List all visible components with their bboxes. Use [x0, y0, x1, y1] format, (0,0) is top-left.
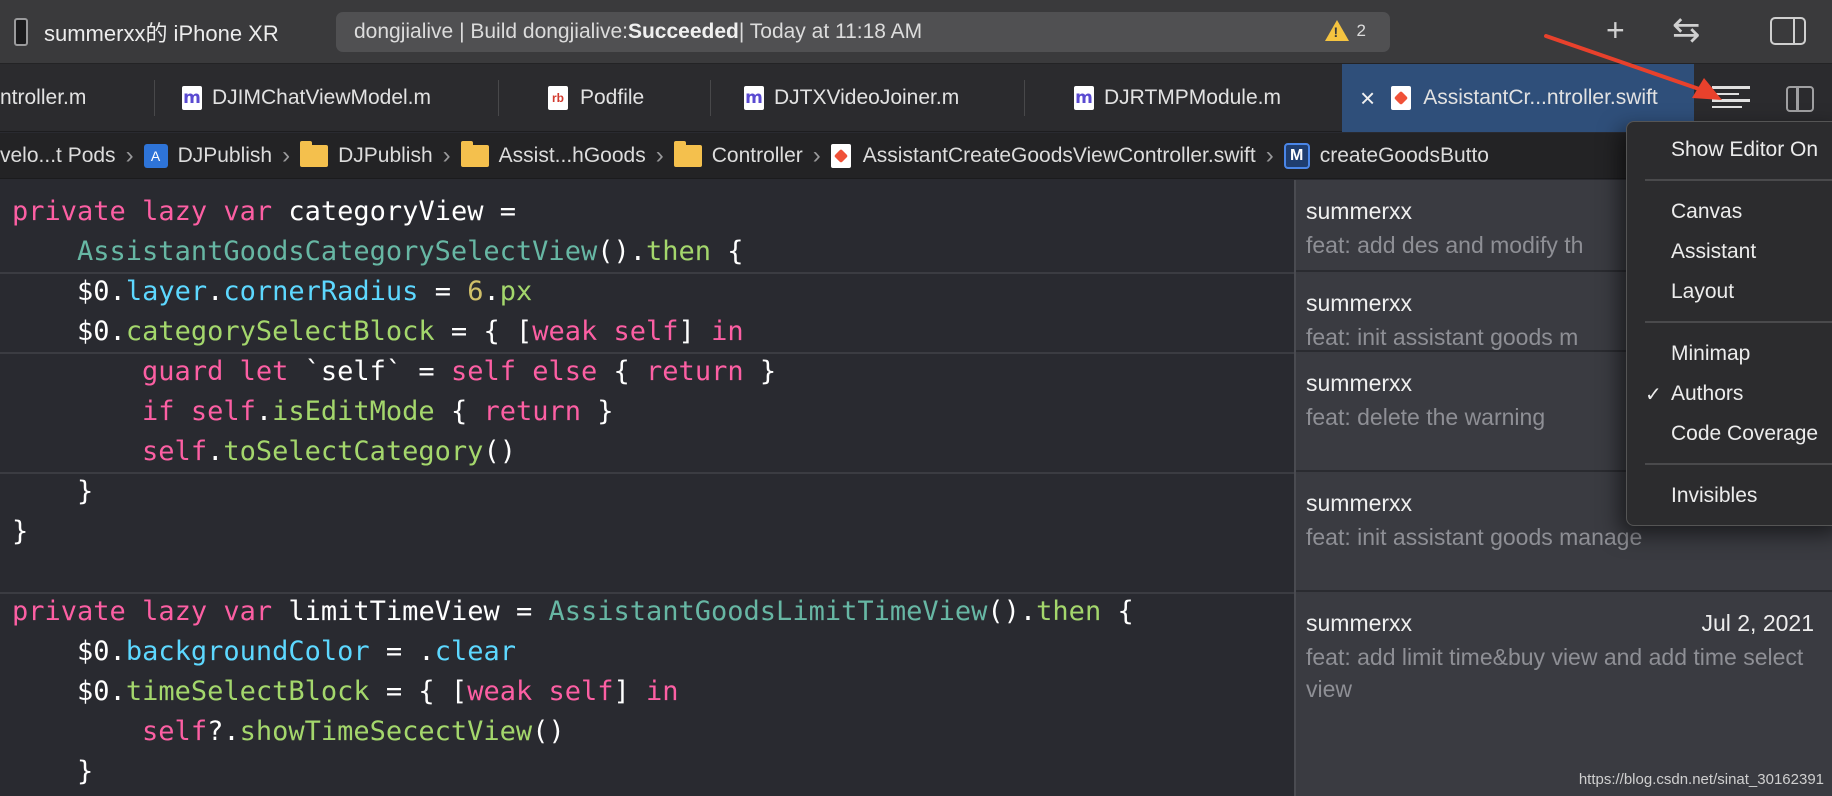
code-line: AssistantGoodsCategorySelectView().then … — [77, 236, 744, 267]
code-line: } — [12, 516, 29, 547]
code-line: guard let `self` = self else { return } — [142, 356, 777, 387]
annotation-arrow-icon — [1544, 34, 1722, 100]
tab-divider — [710, 80, 711, 116]
breadcrumb-label: Controller — [711, 143, 803, 167]
chevron-right-icon: › — [125, 141, 134, 169]
code-line: } — [77, 476, 94, 507]
menu-item-invisibles[interactable]: Invisibles — [1671, 484, 1757, 508]
tab-label: Podfile — [580, 86, 645, 109]
code-line: $0.categorySelectBlock = { [weak self] i… — [77, 316, 744, 347]
menu-item-canvas[interactable]: Canvas — [1671, 200, 1742, 224]
ruby-file-icon: rb — [548, 86, 568, 110]
code-line: } — [77, 756, 94, 787]
folder-icon — [673, 140, 702, 167]
menu-item-code-coverage[interactable]: Code Coverage — [1671, 422, 1818, 446]
tab-file[interactable]: rb Podfile — [548, 64, 644, 132]
code-line: $0.timeSelectBlock = { [weak self] in — [77, 676, 679, 707]
breadcrumb-item[interactable]: Assist...hGoods — [460, 140, 646, 168]
code-line: private lazy var limitTimeView = Assista… — [12, 596, 1134, 627]
code-line: self?.showTimeSecectView() — [142, 716, 565, 747]
blame-entry[interactable]: summerxx Jul 2, 2021 feat: add limit tim… — [1296, 592, 1832, 796]
objc-m-file-icon: m — [744, 86, 764, 110]
menu-divider — [1645, 321, 1832, 323]
tab-divider — [1024, 80, 1025, 116]
close-tab-icon[interactable]: × — [1360, 83, 1375, 114]
chevron-right-icon: › — [1265, 141, 1274, 169]
scheme-selector[interactable]: summerxx的 iPhone XR — [14, 14, 279, 50]
warning-icon: ! — [1324, 20, 1349, 41]
breadcrumb-item[interactable]: AssistantCreateGoodsViewController.swift — [830, 143, 1256, 168]
tab-file[interactable]: ntroller.m — [0, 64, 86, 132]
menu-item-minimap[interactable]: Minimap — [1671, 342, 1750, 366]
chevron-right-icon: › — [655, 141, 664, 169]
blame-separator — [0, 472, 1294, 474]
project-icon: A — [143, 143, 168, 168]
warning-indicator[interactable]: ! 2 — [1324, 20, 1366, 41]
watermark: https://blog.csdn.net/sinat_30162391 — [1578, 771, 1824, 788]
objc-m-file-icon: m — [182, 86, 202, 110]
add-editor-icon[interactable] — [1786, 86, 1814, 112]
method-symbol-icon: M — [1283, 142, 1310, 169]
tab-label: DJIMChatViewModel.m — [212, 86, 432, 109]
tab-file[interactable]: m DJTXVideoJoiner.m — [744, 64, 959, 132]
folder-icon — [300, 140, 329, 167]
objc-m-file-icon: m — [1074, 86, 1094, 110]
chevron-right-icon: › — [812, 141, 821, 169]
tab-label: ntroller.m — [0, 86, 87, 109]
tab-divider — [154, 80, 155, 116]
menu-item-authors[interactable]: Authors — [1671, 382, 1743, 406]
tab-file[interactable]: m DJRTMPModule.m — [1074, 64, 1281, 132]
breadcrumb-item[interactable]: McreateGoodsButto — [1283, 142, 1489, 169]
menu-item-show-editor[interactable]: Show Editor On — [1671, 138, 1818, 162]
warning-count: 2 — [1356, 20, 1366, 40]
activity-suffix: | Today at 11:18 AM — [738, 20, 923, 43]
breadcrumb-label: DJPublish — [177, 143, 273, 167]
menu-divider — [1645, 463, 1832, 465]
tab-label: DJRTMPModule.m — [1104, 86, 1281, 109]
code-line: if self.isEditMode { return } — [142, 396, 614, 427]
iphone-icon — [14, 18, 28, 46]
inspector-toggle-icon[interactable] — [1770, 17, 1806, 45]
menu-divider — [1645, 179, 1832, 181]
chevron-right-icon: › — [442, 141, 451, 169]
code-line: $0.layer.cornerRadius = 6.px — [77, 276, 533, 307]
commit-message: feat: add limit time&buy view and add ti… — [1306, 644, 1804, 702]
commit-date: Jul 2, 2021 — [1701, 610, 1814, 636]
folder-icon — [460, 140, 489, 167]
breadcrumb-label: Assist...hGoods — [498, 143, 646, 167]
tab-file[interactable]: m DJIMChatViewModel.m — [182, 64, 431, 132]
checkmark-icon: ✓ — [1645, 384, 1662, 406]
menu-item-layout[interactable]: Layout — [1671, 280, 1734, 304]
breadcrumb-item[interactable]: A DJPublish — [143, 143, 273, 168]
breadcrumb-item[interactable]: velo...t Pods — [0, 144, 116, 168]
code-line: $0.backgroundColor = .clear — [77, 636, 516, 667]
breadcrumb-item[interactable]: Controller — [673, 140, 803, 168]
code-line: self.toSelectCategory() — [142, 436, 516, 467]
chevron-right-icon: › — [282, 141, 291, 169]
tab-divider — [498, 80, 499, 116]
menu-item-assistant[interactable]: Assistant — [1671, 240, 1756, 264]
jump-bar: velo...t Pods › A DJPublish › DJPublish ›… — [0, 133, 1832, 179]
scheme-label: summerxx的 iPhone XR — [44, 21, 279, 46]
breadcrumb-item[interactable]: DJPublish — [300, 140, 433, 168]
author-name: summerxx Jul 2, 2021 — [1306, 610, 1814, 636]
breadcrumb-label: DJPublish — [338, 143, 433, 167]
editor-options-menu: Show Editor On Canvas Assistant Layout M… — [1626, 121, 1832, 526]
breadcrumb-label: createGoodsButto — [1319, 143, 1489, 167]
tab-label: DJTXVideoJoiner.m — [774, 86, 960, 109]
activity-prefix: dongjialive | Build dongjialive: — [354, 20, 628, 43]
build-status: Succeeded — [627, 20, 739, 43]
code-line: private lazy var categoryView = — [12, 196, 516, 227]
breadcrumb-label: AssistantCreateGoodsViewController.swift — [862, 143, 1256, 167]
breadcrumb-label: velo...t Pods — [0, 143, 116, 167]
swift-file-icon — [830, 143, 851, 168]
activity-viewer[interactable]: dongjialive | Build dongjialive: Succeed… — [336, 12, 1390, 52]
source-editor[interactable]: private lazy var categoryView = Assistan… — [0, 180, 1294, 796]
swift-file-icon — [1391, 86, 1412, 110]
